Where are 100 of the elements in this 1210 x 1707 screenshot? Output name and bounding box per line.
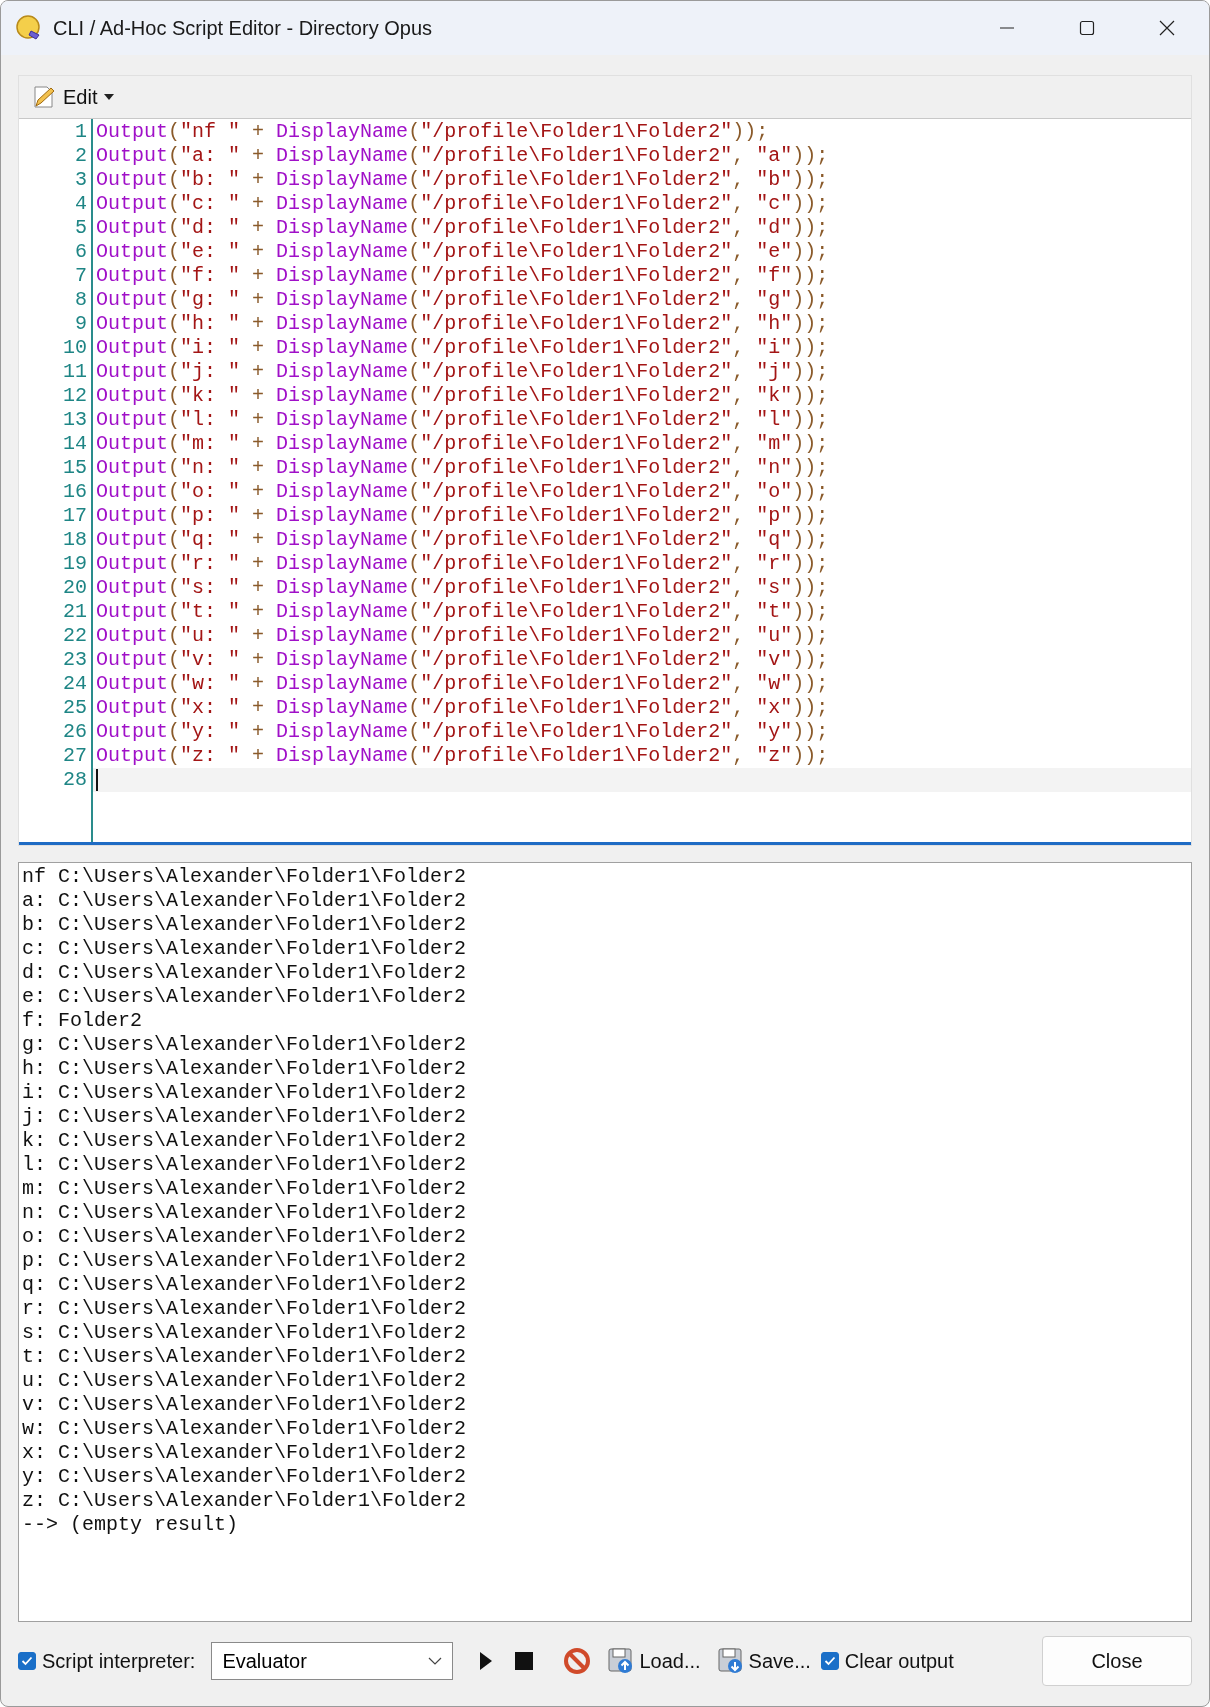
code-line: Output("y: " + DisplayName("/profile\Folder1\Folder2", "y")); bbox=[96, 720, 829, 744]
code-line: Output("m: " + DisplayName("/profile\Folder1\Folder2", "m")); bbox=[96, 432, 829, 456]
line-number: 6 bbox=[74, 240, 87, 264]
line-number: 19 bbox=[62, 552, 87, 576]
code-line: Output("s: " + DisplayName("/profile\Folder1\Folder2", "s")); bbox=[96, 576, 829, 600]
maximize-icon[interactable] bbox=[1079, 20, 1095, 36]
output-line: d: C:\Users\Alexander\Folder1\Folder2 bbox=[22, 961, 467, 985]
text-cursor bbox=[96, 769, 98, 791]
line-number: 13 bbox=[62, 408, 87, 432]
code-line: Output("t: " + DisplayName("/profile\Folder1\Folder2", "t")); bbox=[96, 600, 829, 624]
line-number: 12 bbox=[62, 384, 87, 408]
output-line: --> (empty result) bbox=[22, 1513, 239, 1537]
output-line: h: C:\Users\Alexander\Folder1\Folder2 bbox=[22, 1057, 467, 1081]
window-title: CLI / Ad-Hoc Script Editor - Directory Opus bbox=[53, 16, 433, 40]
output-line: r: C:\Users\Alexander\Folder1\Folder2 bbox=[22, 1297, 467, 1321]
output-line: v: C:\Users\Alexander\Folder1\Folder2 bbox=[22, 1393, 467, 1417]
output-line: f: Folder2 bbox=[22, 1009, 143, 1033]
output-line: b: C:\Users\Alexander\Folder1\Folder2 bbox=[22, 913, 467, 937]
output-line: c: C:\Users\Alexander\Folder1\Folder2 bbox=[22, 937, 467, 961]
output-line: z: C:\Users\Alexander\Folder1\Folder2 bbox=[22, 1489, 467, 1513]
output-line: l: C:\Users\Alexander\Folder1\Folder2 bbox=[22, 1153, 467, 1177]
script-interpreter-label: Script interpreter: bbox=[42, 1649, 196, 1673]
code-line: Output("z: " + DisplayName("/profile\Folder1\Folder2", "z")); bbox=[96, 744, 829, 768]
line-number: 18 bbox=[62, 528, 87, 552]
line-number: 15 bbox=[62, 456, 87, 480]
line-number: 9 bbox=[74, 312, 87, 336]
code-line: Output("r: " + DisplayName("/profile\Folder1\Folder2", "r")); bbox=[96, 552, 829, 576]
output-line: n: C:\Users\Alexander\Folder1\Folder2 bbox=[22, 1201, 467, 1225]
output-line: q: C:\Users\Alexander\Folder1\Folder2 bbox=[22, 1273, 467, 1297]
script-interpreter-checkbox[interactable] bbox=[18, 1652, 36, 1670]
code-line: Output("g: " + DisplayName("/profile\Folder1\Folder2", "g")); bbox=[96, 288, 829, 312]
code-line: Output("f: " + DisplayName("/profile\Folder1\Folder2", "f")); bbox=[96, 264, 829, 288]
save-button[interactable]: Save... bbox=[716, 1647, 811, 1675]
line-number: 4 bbox=[74, 192, 87, 216]
line-number: 25 bbox=[62, 696, 87, 720]
close-button[interactable]: Close bbox=[1042, 1636, 1192, 1686]
line-number: 2 bbox=[74, 144, 87, 168]
code-line: Output("d: " + DisplayName("/profile\Folder1\Folder2", "d")); bbox=[96, 216, 829, 240]
load-button[interactable]: Load... bbox=[607, 1647, 701, 1675]
line-number: 20 bbox=[62, 576, 87, 600]
pencil-icon bbox=[31, 84, 57, 110]
close-icon[interactable] bbox=[1159, 20, 1175, 36]
output-line: o: C:\Users\Alexander\Folder1\Folder2 bbox=[22, 1225, 467, 1249]
stop-icon[interactable] bbox=[515, 1652, 534, 1670]
code-line: Output("l: " + DisplayName("/profile\Folder1\Folder2", "l")); bbox=[96, 408, 829, 432]
line-number: 1 bbox=[74, 120, 87, 144]
line-number: 27 bbox=[62, 744, 87, 768]
code-line: Output("h: " + DisplayName("/profile\Folder1\Folder2", "h")); bbox=[96, 312, 829, 336]
line-number: 5 bbox=[74, 216, 87, 240]
run-icon[interactable] bbox=[479, 1651, 494, 1671]
line-number: 26 bbox=[62, 720, 87, 744]
code-line: Output("e: " + DisplayName("/profile\Folder1\Folder2", "e")); bbox=[96, 240, 829, 264]
output-line: x: C:\Users\Alexander\Folder1\Folder2 bbox=[22, 1441, 467, 1465]
output-line: k: C:\Users\Alexander\Folder1\Folder2 bbox=[22, 1129, 467, 1153]
line-number: 21 bbox=[62, 600, 87, 624]
line-number: 22 bbox=[62, 624, 87, 648]
checkmark-icon bbox=[822, 1654, 837, 1668]
output-line: p: C:\Users\Alexander\Folder1\Folder2 bbox=[22, 1249, 467, 1273]
clear-output-checkbox[interactable] bbox=[820, 1652, 839, 1670]
line-number: 3 bbox=[74, 168, 87, 192]
output-line: u: C:\Users\Alexander\Folder1\Folder2 bbox=[22, 1369, 467, 1393]
output-line: e: C:\Users\Alexander\Folder1\Folder2 bbox=[22, 985, 467, 1009]
interpreter-dropdown[interactable]: Evaluator bbox=[211, 1642, 454, 1680]
line-number: 17 bbox=[62, 504, 87, 528]
code-line: Output("q: " + DisplayName("/profile\Folder1\Folder2", "q")); bbox=[96, 528, 829, 552]
code-line: Output("o: " + DisplayName("/profile\Folder1\Folder2", "o")); bbox=[96, 480, 829, 504]
app-logo-icon bbox=[15, 14, 43, 42]
code-line: Output("n: " + DisplayName("/profile\Folder1\Folder2", "n")); bbox=[96, 456, 829, 480]
code-line: Output("u: " + DisplayName("/profile\Folder1\Folder2", "u")); bbox=[96, 624, 829, 648]
caret-icon bbox=[103, 93, 116, 101]
code-line: Output("a: " + DisplayName("/profile\Folder1\Folder2", "a")); bbox=[96, 144, 829, 168]
line-number: 23 bbox=[62, 648, 87, 672]
output-line: t: C:\Users\Alexander\Folder1\Folder2 bbox=[22, 1345, 467, 1369]
line-number: 28 bbox=[62, 768, 87, 792]
output-line: w: C:\Users\Alexander\Folder1\Folder2 bbox=[22, 1417, 467, 1441]
code-line: Output("w: " + DisplayName("/profile\Folder1\Folder2", "w")); bbox=[96, 672, 829, 696]
checkmark-icon bbox=[20, 1654, 34, 1668]
code-line: Output("v: " + DisplayName("/profile\Folder1\Folder2", "v")); bbox=[96, 648, 829, 672]
output-line: a: C:\Users\Alexander\Folder1\Folder2 bbox=[22, 889, 467, 913]
line-number: 7 bbox=[74, 264, 87, 288]
output-line: i: C:\Users\Alexander\Folder1\Folder2 bbox=[22, 1081, 467, 1105]
line-number: 24 bbox=[62, 672, 87, 696]
code-line: Output("b: " + DisplayName("/profile\Folder1\Folder2", "b")); bbox=[96, 168, 829, 192]
output-line: j: C:\Users\Alexander\Folder1\Folder2 bbox=[22, 1105, 467, 1129]
line-number: 8 bbox=[74, 288, 87, 312]
code-line: Output("x: " + DisplayName("/profile\Folder1\Folder2", "x")); bbox=[96, 696, 829, 720]
output-line: g: C:\Users\Alexander\Folder1\Folder2 bbox=[22, 1033, 467, 1057]
code-line: Output("p: " + DisplayName("/profile\Folder1\Folder2", "p")); bbox=[96, 504, 829, 528]
line-number: 10 bbox=[62, 336, 87, 360]
output-line: nf C:\Users\Alexander\Folder1\Folder2 bbox=[22, 865, 467, 889]
code-line: Output("j: " + DisplayName("/profile\Folder1\Folder2", "j")); bbox=[96, 360, 829, 384]
code-editor[interactable] bbox=[19, 119, 1191, 845]
output-line: m: C:\Users\Alexander\Folder1\Folder2 bbox=[22, 1177, 467, 1201]
line-number: 11 bbox=[62, 360, 87, 384]
clear-output-label: Clear output bbox=[844, 1649, 954, 1673]
edit-menu-button[interactable]: Edit bbox=[27, 82, 120, 112]
floppy-download-icon bbox=[716, 1647, 745, 1675]
prohibited-icon[interactable] bbox=[563, 1647, 592, 1675]
code-line: Output("c: " + DisplayName("/profile\Folder1\Folder2", "c")); bbox=[96, 192, 829, 216]
line-number: 16 bbox=[62, 480, 87, 504]
